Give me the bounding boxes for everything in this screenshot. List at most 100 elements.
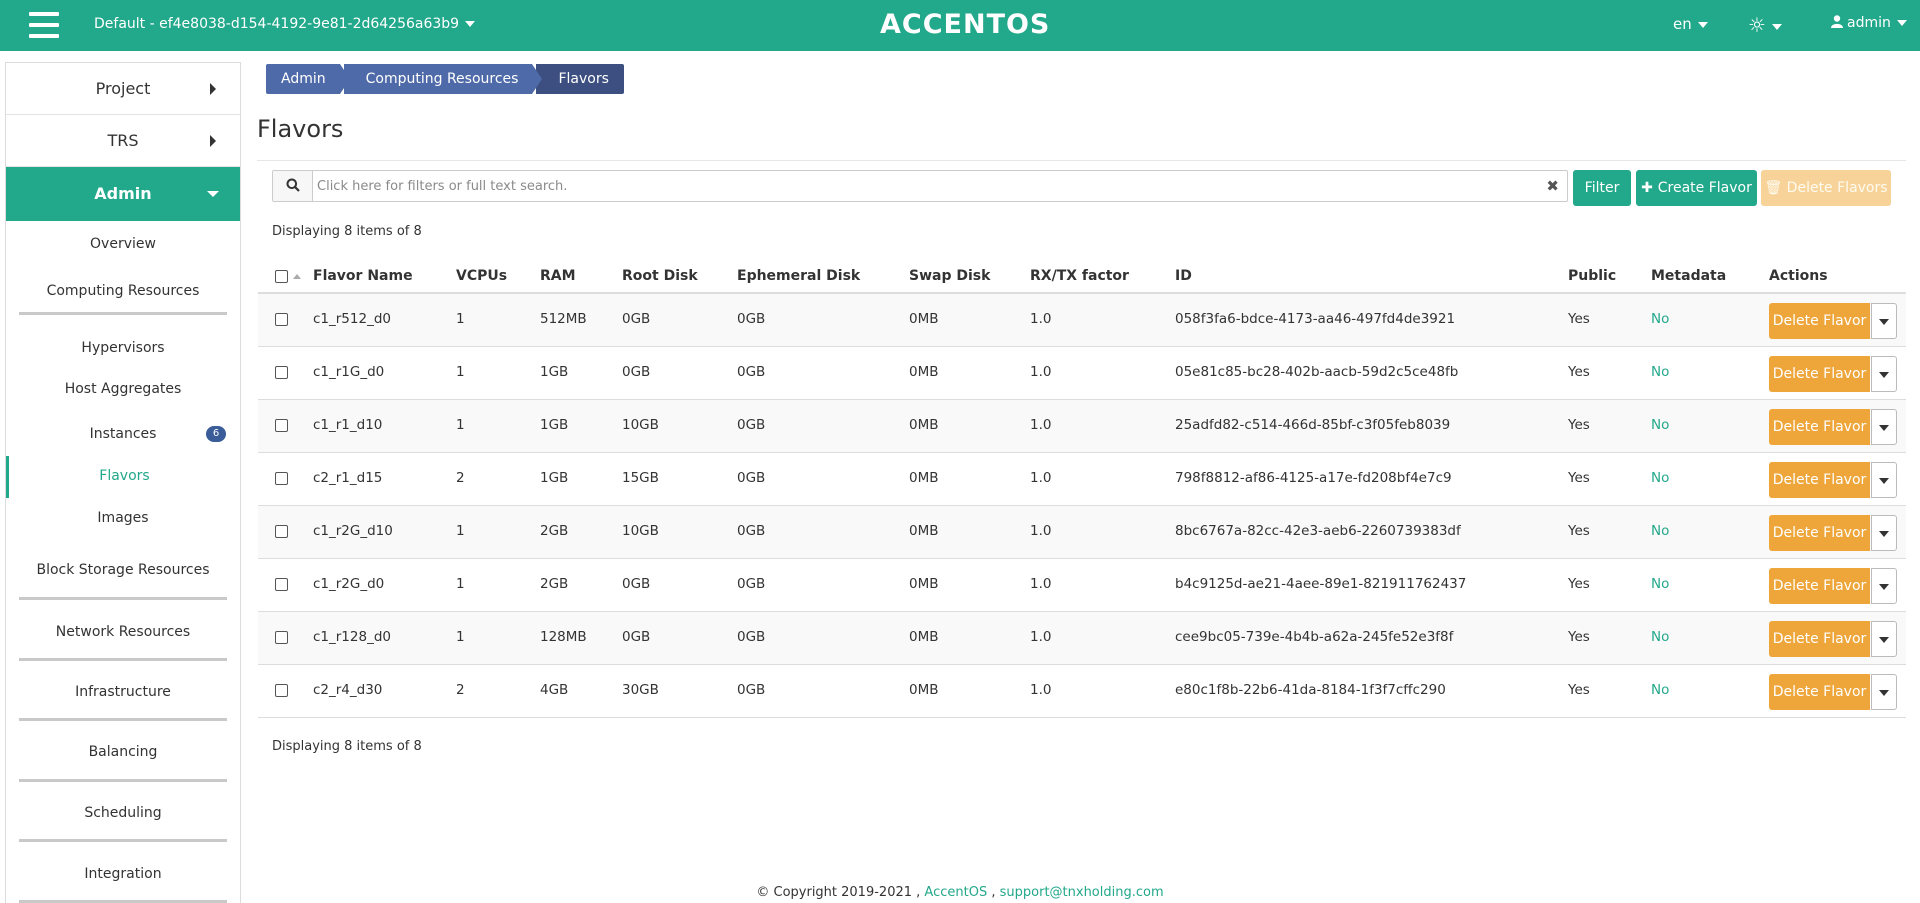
search-input[interactable] xyxy=(317,177,1497,195)
brand-link[interactable]: AccentOS xyxy=(924,885,987,900)
delete-flavor-button[interactable]: Delete Flavor xyxy=(1769,621,1870,657)
sidebar-admin[interactable]: Admin xyxy=(6,167,240,221)
row-checkbox[interactable] xyxy=(275,684,288,697)
sidebar-trs-label: TRS xyxy=(107,131,139,150)
user-menu[interactable]: admin xyxy=(1831,15,1907,31)
sidebar-item-balancing[interactable]: Balancing xyxy=(6,721,240,782)
vcpus: 2 xyxy=(456,470,465,486)
sidebar-item-images[interactable]: Images xyxy=(6,498,240,540)
column-header[interactable]: RAM xyxy=(540,268,576,284)
delete-flavor-button[interactable]: Delete Flavor xyxy=(1769,568,1870,604)
sidebar-item-hypervisors[interactable]: Hypervisors xyxy=(6,333,240,374)
ephemeral-disk: 0GB xyxy=(737,523,766,539)
chevron-down-icon xyxy=(1771,23,1782,30)
breadcrumb-computing-resources[interactable]: Computing Resources xyxy=(343,64,543,94)
row-actions-dropdown[interactable] xyxy=(1871,303,1897,339)
chevron-down-icon xyxy=(1896,20,1907,26)
support-email-link[interactable]: support@tnxholding.com xyxy=(1000,885,1164,900)
sidebar-item-instances[interactable]: Instances 6 xyxy=(6,415,240,456)
chevron-down-icon xyxy=(1879,425,1889,431)
sidebar-item-host-aggregates[interactable]: Host Aggregates xyxy=(6,374,240,415)
rxtx-factor: 1.0 xyxy=(1030,311,1052,327)
column-header: Actions xyxy=(1769,268,1828,284)
sidebar-item-scheduling[interactable]: Scheduling xyxy=(6,782,240,842)
select-all-checkbox[interactable] xyxy=(275,270,288,283)
sidebar-item-network-resources[interactable]: Network Resources xyxy=(6,600,240,661)
metadata-link[interactable]: No xyxy=(1651,311,1669,327)
rxtx-factor: 1.0 xyxy=(1030,364,1052,380)
row-checkbox[interactable] xyxy=(275,313,288,326)
page-title: Flavors xyxy=(257,115,344,143)
clear-search-icon[interactable]: ✖ xyxy=(1546,177,1559,195)
table-row: c2_r4_d30 2 4GB 30GB 0GB 0MB 1.0 e80c1f8… xyxy=(258,665,1906,718)
row-actions-dropdown[interactable] xyxy=(1871,568,1897,604)
row-actions-dropdown[interactable] xyxy=(1871,409,1897,445)
column-header[interactable]: VCPUs xyxy=(456,268,507,284)
delete-flavor-button[interactable]: Delete Flavor xyxy=(1769,462,1870,498)
row-checkbox[interactable] xyxy=(275,366,288,379)
table-row: c1_r128_d0 1 128MB 0GB 0GB 0MB 1.0 cee9b… xyxy=(258,612,1906,665)
row-actions-dropdown[interactable] xyxy=(1871,356,1897,392)
row-actions-dropdown[interactable] xyxy=(1871,674,1897,710)
sidebar-item-label: Host Aggregates xyxy=(64,381,182,397)
sort-ascending-icon[interactable] xyxy=(293,274,301,279)
delete-flavor-button[interactable]: Delete Flavor xyxy=(1769,356,1870,392)
column-header[interactable]: Flavor Name xyxy=(313,268,413,284)
ephemeral-disk: 0GB xyxy=(737,629,766,645)
row-checkbox[interactable] xyxy=(275,631,288,644)
delete-flavor-button[interactable]: Delete Flavor xyxy=(1769,515,1870,551)
metadata-link[interactable]: No xyxy=(1651,364,1669,380)
column-header[interactable]: Metadata xyxy=(1651,268,1726,284)
column-header[interactable]: Ephemeral Disk xyxy=(737,268,860,284)
row-actions-dropdown[interactable] xyxy=(1871,515,1897,551)
filter-button[interactable]: Filter xyxy=(1573,170,1631,206)
sidebar-trs[interactable]: TRS xyxy=(6,115,240,167)
sidebar-project[interactable]: Project xyxy=(6,63,240,115)
metadata-link[interactable]: No xyxy=(1651,523,1669,539)
plus-icon: ✚ xyxy=(1641,180,1658,196)
metadata-link[interactable]: No xyxy=(1651,470,1669,486)
column-header[interactable]: ID xyxy=(1175,268,1192,284)
column-header[interactable]: Swap Disk xyxy=(909,268,990,284)
sidebar-item-computing-resources[interactable]: Computing Resources xyxy=(6,267,240,315)
row-checkbox[interactable] xyxy=(275,578,288,591)
public: Yes xyxy=(1568,311,1590,327)
sidebar-item-label: Overview xyxy=(90,236,156,252)
sidebar-item-overview[interactable]: Overview xyxy=(6,221,240,267)
public: Yes xyxy=(1568,629,1590,645)
language-label: en xyxy=(1673,15,1692,33)
row-actions-dropdown[interactable] xyxy=(1871,621,1897,657)
row-actions-dropdown[interactable] xyxy=(1871,462,1897,498)
ram: 1GB xyxy=(540,364,569,380)
metadata-link[interactable]: No xyxy=(1651,576,1669,592)
create-flavor-button[interactable]: ✚ Create Flavor xyxy=(1636,170,1757,206)
row-checkbox[interactable] xyxy=(275,525,288,538)
chevron-down-icon xyxy=(1879,637,1889,643)
delete-flavor-button[interactable]: Delete Flavor xyxy=(1769,409,1870,445)
row-checkbox[interactable] xyxy=(275,419,288,432)
sidebar-item-flavors[interactable]: Flavors xyxy=(6,456,240,498)
search-button[interactable] xyxy=(273,171,313,201)
delete-flavor-button[interactable]: Delete Flavor xyxy=(1769,674,1870,710)
metadata-link[interactable]: No xyxy=(1651,417,1669,433)
sidebar-item-block-storage[interactable]: Block Storage Resources xyxy=(6,540,240,600)
metadata-link[interactable]: No xyxy=(1651,629,1669,645)
flavor-name: c1_r1_d10 xyxy=(313,417,383,433)
column-header[interactable]: RX/TX factor xyxy=(1030,268,1129,284)
breadcrumb-admin[interactable]: Admin xyxy=(266,64,350,94)
column-header[interactable]: Root Disk xyxy=(622,268,698,284)
project-selector[interactable]: Default - ef4e8038-d154-4192-9e81-2d6425… xyxy=(94,16,476,32)
metadata-link[interactable]: No xyxy=(1651,682,1669,698)
delete-flavor-button[interactable]: Delete Flavor xyxy=(1769,303,1870,339)
delete-flavors-button[interactable]: 🗑 Delete Flavors xyxy=(1761,170,1891,206)
root-disk: 0GB xyxy=(622,576,651,592)
chevron-down-icon xyxy=(1879,584,1889,590)
hamburger-menu-icon[interactable] xyxy=(29,12,59,38)
table-row: c2_r1_d15 2 1GB 15GB 0GB 0MB 1.0 798f881… xyxy=(258,453,1906,506)
column-header[interactable]: Public xyxy=(1568,268,1616,284)
breadcrumb: Admin Computing Resources Flavors xyxy=(266,64,628,94)
sidebar-item-infrastructure[interactable]: Infrastructure xyxy=(6,661,240,721)
settings-menu[interactable]: ☼ xyxy=(1748,13,1782,37)
row-checkbox[interactable] xyxy=(275,472,288,485)
language-selector[interactable]: en xyxy=(1673,15,1708,33)
